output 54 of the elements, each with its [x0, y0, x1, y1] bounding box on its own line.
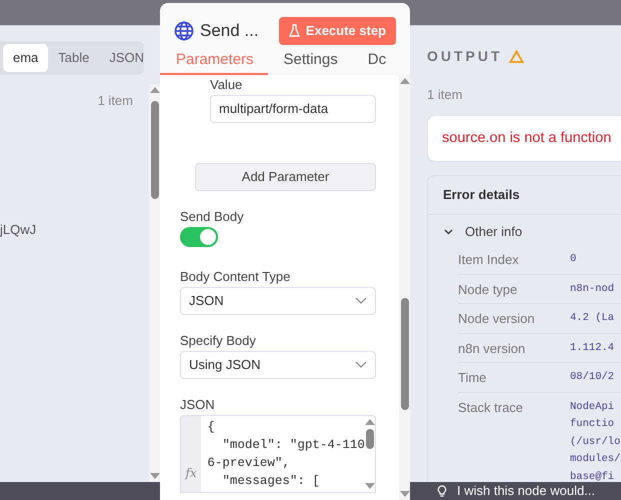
field-label: Body Content Type — [180, 268, 292, 284]
scroll-down-arrow-icon[interactable] — [364, 482, 375, 488]
detail-value: NodeApi functio (/usr/lo modules/ base@fi — [570, 400, 620, 482]
warning-icon — [509, 50, 524, 63]
item-count: 1 item — [96, 92, 134, 110]
fx-label: fx — [181, 416, 202, 492]
tab[interactable]: Settings — [268, 48, 352, 74]
detail-value: n8n-nod — [570, 282, 614, 297]
section-title[interactable]: Other info — [465, 222, 522, 242]
select-value: JSON — [189, 292, 224, 310]
field-value: jLQwJ — [0, 221, 38, 239]
view-tab[interactable]: JSON — [99, 44, 154, 72]
detail-value: 4.2 (La — [570, 311, 614, 326]
error-message: source.on is not a function — [427, 114, 621, 162]
scrollbar-thumb[interactable] — [400, 298, 408, 410]
item-count: 1 item — [427, 86, 464, 104]
lightbulb-icon — [437, 484, 447, 498]
detail-value: 0 — [570, 252, 576, 268]
scrollbar-thumb[interactable] — [366, 428, 374, 448]
scrollbar[interactable] — [399, 74, 410, 500]
tab[interactable]: Dc — [352, 48, 400, 74]
toggle-switch[interactable] — [180, 226, 218, 246]
scrollbar[interactable] — [149, 84, 160, 482]
node-title: Send ... — [200, 20, 260, 42]
field-label: Value — [210, 76, 244, 92]
select-field[interactable]: JSON — [180, 286, 376, 314]
detail-label: Node type — [458, 280, 518, 298]
detail-value: 08/10/2 — [570, 370, 614, 386]
chevron-down-icon — [355, 361, 367, 368]
chevron-down-icon[interactable] — [444, 228, 453, 234]
code-text: { "model": "gpt-4-110 6-preview", "messages": [ — [201, 416, 365, 492]
detail-label: n8n version — [458, 340, 526, 358]
text-field[interactable]: multipart/form-data — [210, 94, 376, 122]
add-parameter-button[interactable]: Add Parameter — [195, 162, 376, 190]
detail-value: 1.112.4 — [570, 340, 614, 356]
flask-icon — [288, 24, 300, 38]
view-tab[interactable]: Table — [48, 44, 100, 72]
error-details-title: Error details — [428, 176, 621, 215]
code-scrollbar[interactable] — [364, 416, 375, 492]
field-label: JSON — [180, 396, 216, 412]
field-label: Send Body — [180, 208, 245, 224]
chevron-down-icon — [355, 297, 367, 304]
view-tab[interactable]: ema — [3, 44, 48, 72]
feedback-link[interactable]: I wish this node would... — [457, 481, 596, 500]
field-label: Specify Body — [180, 332, 257, 348]
scrollbar-thumb[interactable] — [150, 101, 158, 199]
detail-label: Node version — [458, 310, 536, 328]
detail-label: Item Index — [458, 251, 520, 269]
detail-label: Stack trace — [458, 398, 524, 417]
detail-label: Time — [458, 369, 488, 387]
select-value: Using JSON — [189, 356, 261, 374]
select-field[interactable]: Using JSON — [180, 350, 376, 378]
output-title: OUTPUT — [427, 47, 503, 66]
globe-icon — [174, 20, 194, 41]
